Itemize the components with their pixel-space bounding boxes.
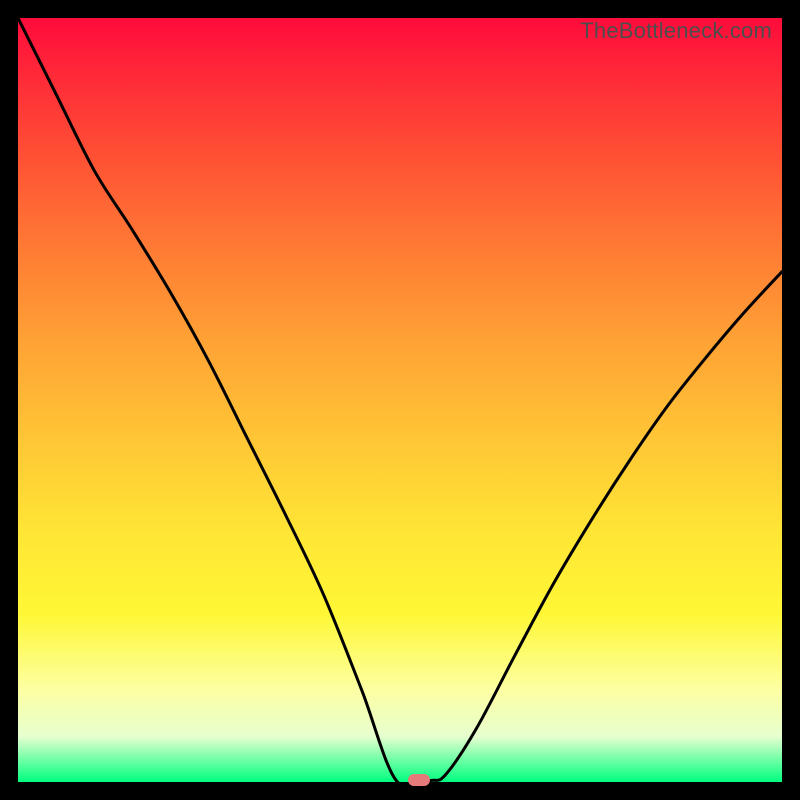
optimum-marker (408, 774, 430, 786)
watermark-text: TheBottleneck.com (580, 18, 772, 44)
chart-stage: TheBottleneck.com (0, 0, 800, 800)
chart-plot-area: TheBottleneck.com (18, 18, 782, 782)
bottleneck-curve (18, 18, 782, 782)
